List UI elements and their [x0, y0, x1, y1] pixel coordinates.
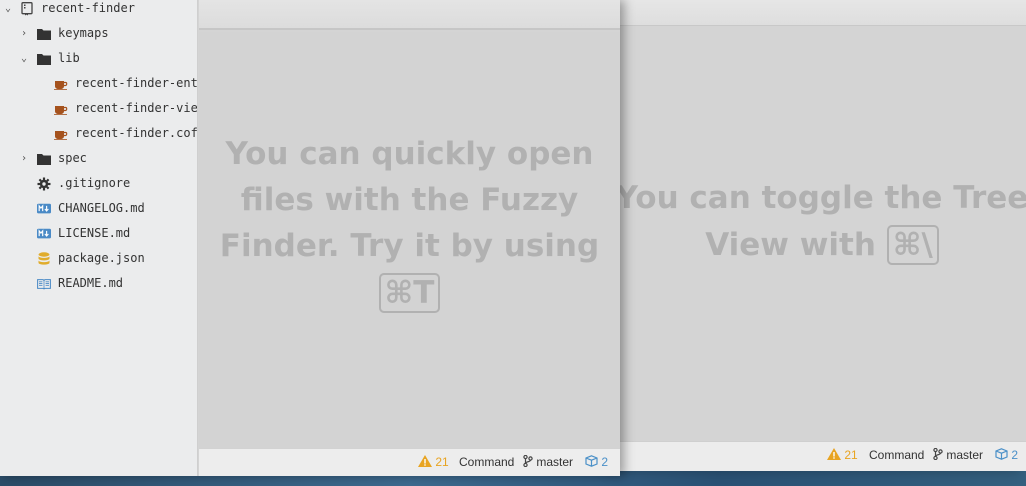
front-window: ⌄ recent-finder › keymaps ⌄ lib recent-f… — [0, 0, 620, 476]
tree-view: ⌄ recent-finder › keymaps ⌄ lib recent-f… — [0, 0, 198, 476]
fuzzy-finder-hint-text: You can quickly open files with the Fuzz… — [219, 136, 600, 264]
tree-item-label: lib — [58, 51, 80, 65]
tree-item-label: recent-finder-view — [75, 101, 198, 115]
gear-icon — [37, 177, 51, 190]
chevron-down-icon: ⌄ — [4, 3, 12, 14]
tree-view-hint: You can toggle the Tree View with ⌘\ — [612, 175, 1026, 268]
tree-file-readme[interactable]: README.md — [0, 271, 197, 296]
warning-count-value: 21 — [435, 455, 449, 469]
package-icon — [585, 455, 598, 467]
tree-item-label: .gitignore — [58, 176, 131, 190]
git-branch-name: master — [536, 455, 574, 469]
warning-icon — [827, 448, 841, 460]
tree-item-label: recent-finder.coff — [75, 126, 198, 140]
package-update-count: 2 — [1011, 448, 1019, 462]
back-window: You can toggle the Tree View with ⌘\ 21 … — [612, 0, 1026, 471]
git-branch-name: master — [946, 448, 984, 462]
coffee-file-icon — [54, 127, 68, 140]
mode-indicator[interactable]: Command — [459, 449, 514, 476]
front-status-bar: 21 Command master 2 — [199, 448, 620, 476]
fuzzy-finder-shortcut: ⌘T — [378, 273, 441, 313]
fuzzy-finder-hint: You can quickly open files with the Fuzz… — [213, 131, 606, 316]
tree-folder-keymaps[interactable]: › keymaps — [0, 21, 197, 46]
front-tab-bar — [199, 0, 620, 30]
folder-icon — [37, 27, 51, 40]
folder-icon — [37, 52, 51, 65]
tree-item-label: spec — [58, 151, 87, 165]
tree-item-label: CHANGELOG.md — [58, 201, 145, 215]
git-branch[interactable]: master — [523, 449, 573, 476]
chevron-down-icon: ⌄ — [20, 53, 28, 64]
chevron-right-icon: › — [20, 28, 28, 39]
back-editor-pane[interactable]: You can toggle the Tree View with ⌘\ — [612, 26, 1026, 440]
tree-file-changelog[interactable]: CHANGELOG.md — [0, 196, 197, 221]
warning-count-value: 21 — [844, 448, 858, 462]
database-icon — [37, 251, 51, 265]
git-branch[interactable]: master — [933, 442, 983, 469]
tree-item-label: README.md — [58, 276, 124, 290]
tree-file-recent-finder-coffee[interactable]: recent-finder.coff — [0, 121, 197, 146]
warning-count[interactable]: 21 — [418, 449, 449, 476]
tree-root-label: recent-finder — [41, 1, 135, 15]
back-status-bar: 21 Command master 2 — [612, 441, 1026, 471]
coffee-file-icon — [54, 102, 68, 115]
book-icon — [37, 277, 51, 290]
repo-icon — [20, 1, 34, 15]
package-updates[interactable]: 2 — [585, 449, 608, 476]
tree-folder-lib[interactable]: ⌄ lib — [0, 46, 197, 71]
tree-item-label: keymaps — [58, 26, 109, 40]
package-updates[interactable]: 2 — [995, 442, 1018, 469]
folder-icon — [37, 152, 51, 165]
back-tab-bar — [612, 0, 1026, 26]
warning-icon — [418, 455, 432, 467]
tree-file-gitignore[interactable]: .gitignore — [0, 171, 197, 196]
tree-view-hint-text: You can toggle the Tree View with — [615, 180, 1026, 263]
tree-folder-spec[interactable]: › spec — [0, 146, 197, 171]
tree-file-package-json[interactable]: package.json — [0, 246, 197, 271]
mode-indicator[interactable]: Command — [869, 442, 924, 469]
markdown-file-icon — [37, 202, 51, 215]
tree-item-label: LICENSE.md — [58, 226, 131, 240]
front-editor-pane[interactable]: You can quickly open files with the Fuzz… — [199, 32, 620, 449]
git-branch-icon — [523, 454, 533, 468]
tree-view-shortcut: ⌘\ — [886, 225, 939, 265]
tree-file-license[interactable]: LICENSE.md — [0, 221, 197, 246]
tree-file-recent-finder-entry[interactable]: recent-finder-entr — [0, 71, 197, 96]
git-branch-icon — [933, 447, 943, 461]
tree-item-label: package.json — [58, 251, 145, 265]
warning-count[interactable]: 21 — [827, 442, 858, 469]
chevron-right-icon: › — [20, 153, 28, 164]
tree-file-recent-finder-view[interactable]: recent-finder-view — [0, 96, 197, 121]
coffee-file-icon — [54, 77, 68, 90]
tree-item-label: recent-finder-entr — [75, 76, 198, 90]
package-update-count: 2 — [601, 455, 609, 469]
tree-root[interactable]: ⌄ recent-finder — [0, 0, 197, 21]
markdown-file-icon — [37, 227, 51, 240]
package-icon — [995, 448, 1008, 460]
